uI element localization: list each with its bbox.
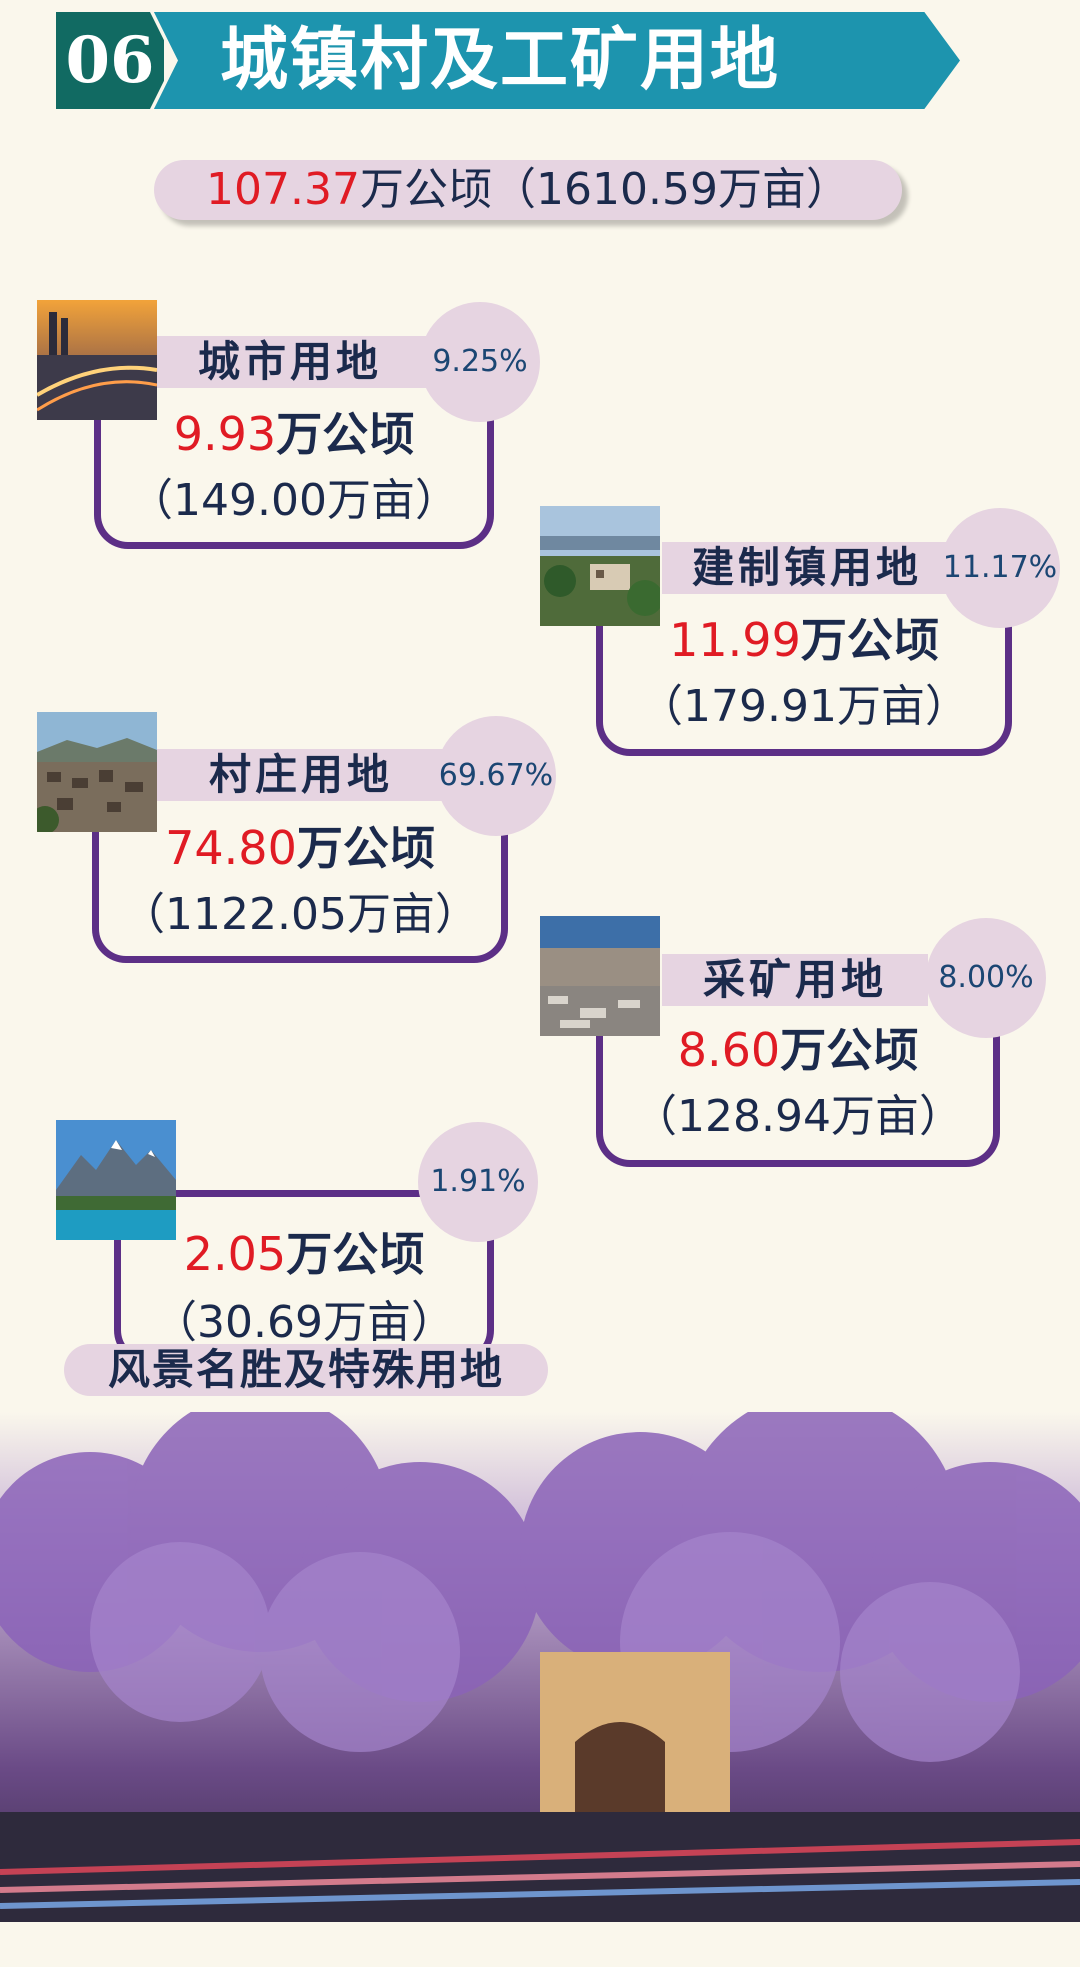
city-highway-photo (37, 300, 157, 420)
town-photo (540, 506, 660, 626)
mountain-lake-photo (56, 1120, 176, 1240)
card-mu-scenic: （30.69万亩） (153, 1297, 455, 1348)
quarry-photo (540, 916, 660, 1036)
card-label-scenic: 风景名胜及特殊用地 (64, 1344, 548, 1396)
section-number: 06 (65, 23, 155, 98)
total-mu-text: （1610.59万亩） (492, 164, 850, 215)
card-mu-city: （149.00万亩） (129, 475, 459, 526)
card-label-city: 城市用地 (150, 336, 430, 388)
card-mu-mining: （128.94万亩） (633, 1091, 963, 1142)
jacaranda-street-photo (0, 1412, 1080, 1922)
village-photo (37, 712, 157, 832)
card-label-village: 村庄用地 (156, 749, 446, 801)
card-mu-village: （1122.05万亩） (121, 889, 479, 940)
card-mu-town: （179.91万亩） (639, 681, 969, 732)
card-label-mining: 采矿用地 (662, 954, 928, 1006)
page-title: 城镇村及工矿用地 (220, 20, 781, 100)
total-hectare-unit: 万公顷 (360, 164, 492, 215)
total-hectare-value: 107.37 (206, 164, 360, 215)
total-summary: 107.37万公顷（1610.59万亩） (154, 160, 902, 220)
card-label-town: 建制镇用地 (662, 542, 952, 594)
